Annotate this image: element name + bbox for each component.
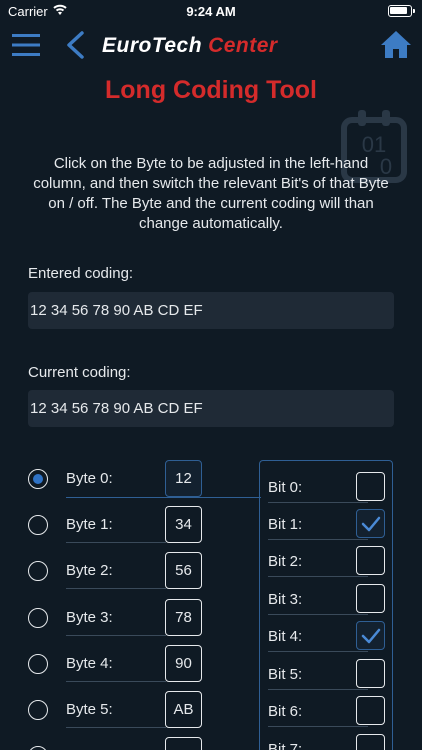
byte-row-6[interactable] bbox=[0, 737, 260, 750]
bit-checkbox[interactable] bbox=[356, 546, 385, 575]
byte-row-5[interactable]: Byte 5: AB bbox=[0, 691, 260, 731]
byte-row-4[interactable]: Byte 4: 90 bbox=[0, 645, 260, 685]
bit-checkbox[interactable] bbox=[356, 734, 385, 750]
bit-label: Bit 5: bbox=[268, 666, 303, 683]
bit-checkbox[interactable] bbox=[356, 621, 385, 650]
bit-row-1[interactable]: Bit 1: bbox=[260, 502, 394, 540]
logo-text-primary: EuroTech bbox=[102, 34, 203, 57]
byte-value[interactable]: 56 bbox=[165, 552, 202, 589]
bit-label: Bit 2: bbox=[268, 553, 303, 570]
hamburger-menu-icon[interactable] bbox=[12, 32, 40, 58]
checkmark-icon bbox=[361, 516, 381, 532]
divider bbox=[66, 681, 166, 682]
radio-button[interactable] bbox=[28, 469, 48, 489]
radio-button[interactable] bbox=[28, 608, 48, 628]
byte-label: Byte 5: bbox=[66, 701, 113, 718]
status-time: 9:24 AM bbox=[186, 4, 236, 19]
battery-icon bbox=[388, 5, 415, 17]
byte-label: Byte 2: bbox=[66, 562, 113, 579]
bit-checkbox[interactable] bbox=[356, 659, 385, 688]
current-coding-field: 12 34 56 78 90 AB CD EF bbox=[28, 390, 394, 427]
radio-button[interactable] bbox=[28, 700, 48, 720]
bit-row-5[interactable]: Bit 5: bbox=[260, 652, 394, 690]
bit-label: Bit 4: bbox=[268, 628, 303, 645]
checkmark-icon bbox=[361, 628, 381, 644]
bit-row-0[interactable]: Bit 0: bbox=[260, 465, 394, 503]
bit-checkbox[interactable] bbox=[356, 472, 385, 501]
divider bbox=[66, 497, 261, 498]
divider bbox=[66, 588, 166, 589]
current-coding-label: Current coding: bbox=[28, 364, 131, 381]
entered-coding-label: Entered coding: bbox=[28, 265, 134, 282]
bit-checkbox[interactable] bbox=[356, 584, 385, 613]
byte-label: Byte 4: bbox=[66, 655, 113, 672]
bit-label: Bit 1: bbox=[268, 516, 303, 533]
radio-button[interactable] bbox=[28, 515, 48, 535]
bit-label: Bit 0: bbox=[268, 479, 303, 496]
instructions-text: Click on the Byte to be adjusted in the … bbox=[33, 155, 389, 232]
byte-label: Byte 3: bbox=[66, 609, 113, 626]
bit-label: Bit 7: bbox=[268, 741, 303, 750]
bit-row-2[interactable]: Bit 2: bbox=[260, 539, 394, 577]
entered-coding-field[interactable]: 12 34 56 78 90 AB CD EF bbox=[28, 292, 394, 329]
byte-row-1[interactable]: Byte 1: 34 bbox=[0, 506, 260, 546]
byte-row-0[interactable]: Byte 0: 12 bbox=[0, 460, 261, 500]
bit-row-3[interactable]: Bit 3: bbox=[260, 577, 394, 615]
byte-row-2[interactable]: Byte 2: 56 bbox=[0, 552, 260, 592]
divider bbox=[66, 635, 166, 636]
home-icon[interactable] bbox=[380, 29, 412, 59]
bit-label: Bit 6: bbox=[268, 703, 303, 720]
logo-text-secondary: Center bbox=[208, 34, 278, 57]
app-logo: EuroTech Center bbox=[102, 34, 278, 60]
radio-button[interactable] bbox=[28, 654, 48, 674]
byte-value[interactable] bbox=[165, 737, 202, 750]
byte-value[interactable]: AB bbox=[165, 691, 202, 728]
byte-row-3[interactable]: Byte 3: 78 bbox=[0, 599, 260, 639]
divider bbox=[66, 542, 166, 543]
bits-panel: Bit 0: Bit 1: Bit 2: Bit 3: Bit 4: Bit 5 bbox=[259, 460, 393, 750]
bit-checkbox[interactable] bbox=[356, 509, 385, 538]
radio-button[interactable] bbox=[28, 746, 48, 750]
bit-row-4[interactable]: Bit 4: bbox=[260, 614, 394, 652]
bit-row-6[interactable]: Bit 6: bbox=[260, 689, 394, 727]
bit-label: Bit 3: bbox=[268, 591, 303, 608]
bit-row-7[interactable]: Bit 7: bbox=[260, 727, 394, 750]
byte-value[interactable]: 34 bbox=[165, 506, 202, 543]
byte-value[interactable]: 78 bbox=[165, 599, 202, 636]
byte-value[interactable]: 90 bbox=[165, 645, 202, 682]
radio-button[interactable] bbox=[28, 561, 48, 581]
byte-value[interactable]: 12 bbox=[165, 460, 202, 497]
byte-label: Byte 0: bbox=[66, 470, 113, 487]
divider bbox=[66, 727, 166, 728]
status-bar: Carrier 9:24 AM bbox=[0, 0, 422, 24]
navigation-bar: EuroTech Center bbox=[0, 24, 422, 70]
page-title: Long Coding Tool bbox=[105, 76, 317, 104]
chevron-left-icon[interactable] bbox=[64, 31, 86, 59]
bit-checkbox[interactable] bbox=[356, 696, 385, 725]
byte-label: Byte 1: bbox=[66, 516, 113, 533]
